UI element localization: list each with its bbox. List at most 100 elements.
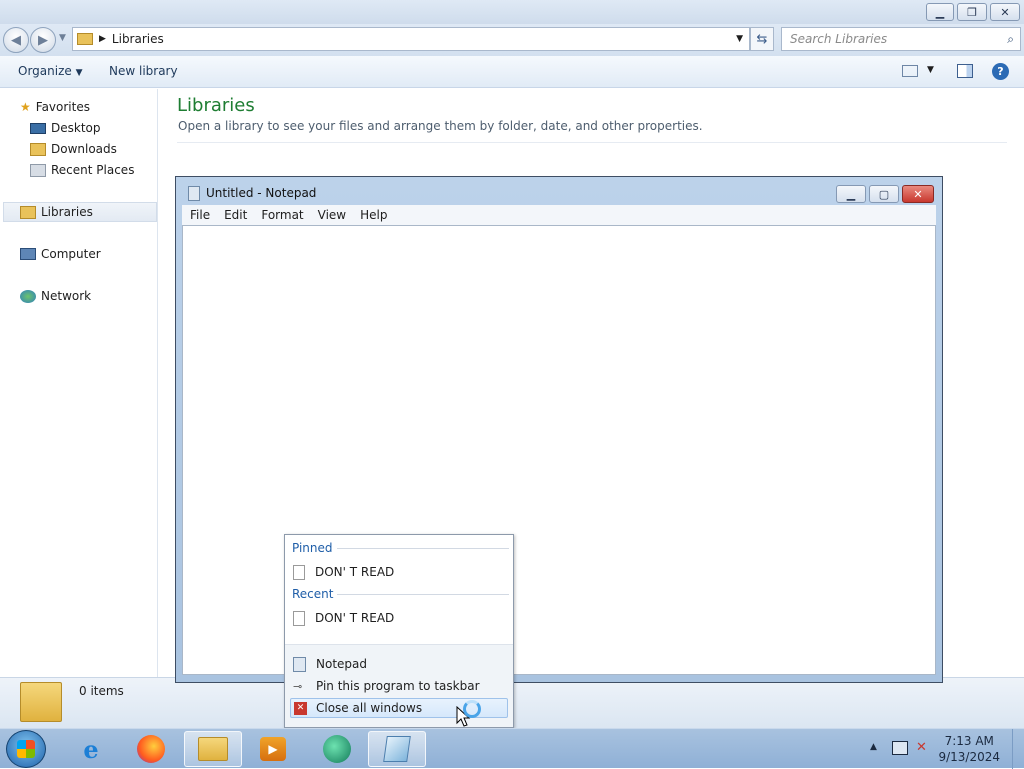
taskbar-notepad[interactable] [368, 731, 426, 767]
computer-icon [20, 248, 36, 260]
recent-places-icon [30, 163, 46, 177]
notepad-title: Untitled - Notepad [206, 186, 317, 200]
menu-file[interactable]: File [190, 208, 210, 222]
sidebar-item-label: Recent Places [51, 163, 135, 177]
start-button[interactable] [6, 730, 46, 768]
taskbar-app-green[interactable] [308, 731, 366, 767]
volume-muted-icon[interactable]: ✕ [916, 740, 927, 755]
notepad-maximize-button[interactable]: ▢ [869, 185, 899, 203]
network-icon [20, 289, 36, 303]
document-icon [293, 610, 305, 626]
pin-to-taskbar-item[interactable]: ⊸ Pin this program to taskbar [293, 676, 480, 696]
close-window-icon: ✕ [294, 701, 307, 715]
libraries-folder-icon [77, 33, 93, 45]
recent-item[interactable]: DON' T READ [293, 608, 394, 628]
menu-edit[interactable]: Edit [224, 208, 247, 222]
pin-icon: ⊸ [293, 679, 303, 693]
document-icon [293, 564, 305, 580]
address-dropdown-icon[interactable]: ▼ [736, 34, 743, 44]
system-clock[interactable]: 7:13 AM 9/13/2024 [938, 733, 1000, 765]
pin-to-taskbar-label: Pin this program to taskbar [316, 679, 480, 693]
back-arrow-icon: ◀ [11, 32, 21, 48]
show-hidden-icons-icon[interactable]: ▲ [870, 742, 877, 752]
sidebar-item-network[interactable]: Network [20, 286, 91, 306]
view-options-icon[interactable] [902, 65, 918, 77]
view-chevron-down-icon[interactable]: ▼ [927, 65, 934, 75]
busy-cursor-icon [463, 700, 481, 718]
notepad-icon [188, 186, 200, 201]
star-icon: ★ [20, 100, 31, 114]
organize-button[interactable]: Organize ▼ [18, 64, 83, 78]
sidebar-item-downloads[interactable]: Downloads [30, 139, 117, 159]
desktop-icon [30, 122, 46, 134]
address-input[interactable]: ▶ Libraries ▼ [72, 27, 750, 51]
pinned-header: Pinned [292, 541, 333, 555]
address-bar-row: ◀ ▶ ▼ ▶ Libraries ▼ ⇆ Search Libraries ⌕ [0, 24, 1024, 56]
open-notepad-item[interactable]: Notepad [293, 654, 367, 674]
page-title: Libraries [177, 95, 255, 116]
sidebar-item-libraries[interactable]: Libraries [3, 202, 157, 222]
command-toolbar: Organize ▼ New library ▼ ? [0, 56, 1024, 88]
menu-view[interactable]: View [318, 208, 346, 222]
breadcrumb-libraries[interactable]: Libraries [112, 32, 164, 46]
back-button[interactable]: ◀ [3, 27, 29, 53]
taskbar-media-player[interactable]: ▶ [244, 731, 302, 767]
taskbar-explorer[interactable] [184, 731, 242, 767]
minimize-button[interactable]: ▁ [926, 3, 954, 21]
windows-logo-icon [17, 740, 35, 758]
sidebar-item-label: Libraries [41, 205, 93, 219]
recent-header: Recent [292, 587, 334, 601]
network-tray-icon[interactable] [892, 741, 908, 755]
item-count: 0 items [79, 684, 124, 698]
restore-button[interactable]: ❐ [957, 3, 987, 21]
close-button[interactable]: ✕ [990, 3, 1020, 21]
notepad-minimize-button[interactable]: ▁ [836, 185, 866, 203]
taskbar-jump-list: Pinned DON' T READ Recent DON' T READ No… [284, 534, 514, 728]
libraries-large-icon [20, 682, 62, 722]
internet-explorer-icon: e [83, 734, 99, 764]
refresh-button[interactable]: ⇆ [750, 27, 774, 51]
pinned-item-label: DON' T READ [315, 565, 395, 579]
new-library-button[interactable]: New library [109, 64, 178, 78]
notepad-taskbar-icon [383, 736, 411, 762]
preview-pane-icon[interactable] [957, 64, 973, 78]
taskbar-internet-explorer[interactable]: e [62, 731, 120, 767]
sidebar-item-recent-places[interactable]: Recent Places [30, 160, 134, 180]
close-all-windows-label: Close all windows [316, 701, 423, 715]
downloads-folder-icon [30, 142, 46, 156]
notepad-close-button[interactable]: ✕ [902, 185, 934, 203]
search-placeholder: Search Libraries [790, 32, 888, 46]
recent-pages-chevron-icon[interactable]: ▼ [59, 33, 66, 43]
menu-help[interactable]: Help [360, 208, 387, 222]
taskbar-firefox[interactable] [122, 731, 180, 767]
firefox-icon [137, 735, 165, 763]
divider [177, 142, 1007, 143]
sidebar-item-label: Network [41, 289, 92, 303]
menu-format[interactable]: Format [261, 208, 303, 222]
navigation-pane: ★ Favorites Desktop Downloads Recent Pla… [0, 89, 158, 677]
search-input[interactable]: Search Libraries ⌕ [781, 27, 1021, 51]
pinned-item[interactable]: DON' T READ [293, 562, 394, 582]
clock-time: 7:13 AM [944, 734, 994, 748]
notepad-icon [293, 656, 306, 672]
pinned-divider [337, 548, 509, 549]
show-desktop-button[interactable] [1012, 729, 1024, 769]
clock-date: 9/13/2024 [938, 750, 1000, 764]
refresh-icon: ⇆ [756, 31, 768, 47]
app-circle-icon [323, 735, 351, 763]
chevron-down-icon: ▼ [75, 68, 83, 78]
sidebar-item-label: Desktop [51, 121, 101, 135]
breadcrumb-arrow-icon[interactable]: ▶ [99, 34, 106, 44]
explorer-titlebar: ▁ ❐ ✕ [0, 0, 1024, 24]
help-icon[interactable]: ? [992, 63, 1009, 80]
notepad-menubar: File Edit Format View Help [182, 205, 936, 225]
sidebar-item-label: Downloads [51, 142, 117, 156]
search-icon[interactable]: ⌕ [1007, 32, 1014, 47]
forward-arrow-icon: ▶ [38, 32, 48, 48]
sidebar-item-computer[interactable]: Computer [20, 244, 101, 264]
sidebar-item-desktop[interactable]: Desktop [30, 118, 101, 138]
open-notepad-label: Notepad [316, 657, 367, 671]
sidebar-item-favorites[interactable]: ★ Favorites [20, 97, 90, 117]
media-player-icon: ▶ [260, 737, 286, 761]
forward-button[interactable]: ▶ [30, 27, 56, 53]
